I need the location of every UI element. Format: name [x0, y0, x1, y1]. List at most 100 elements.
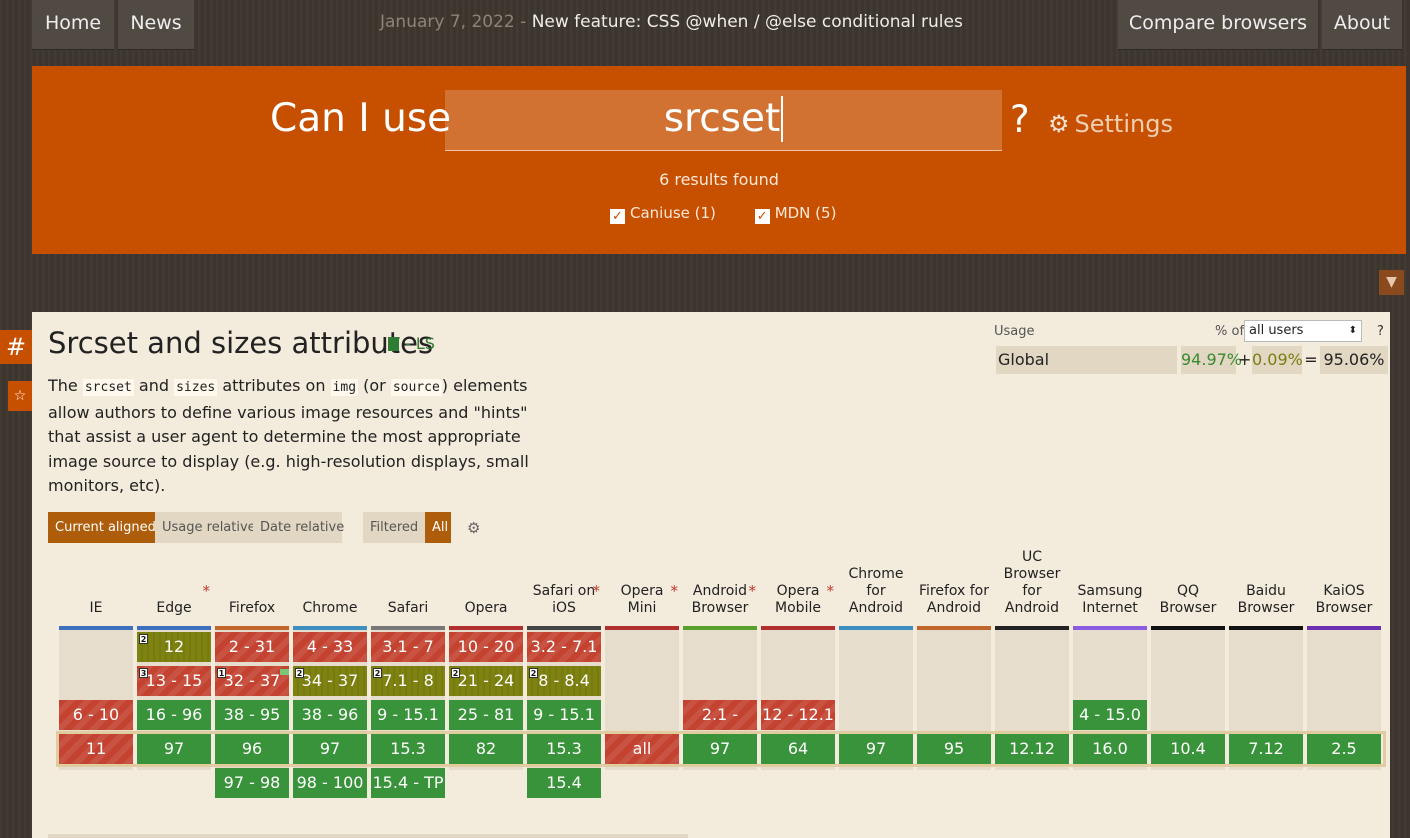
support-cell[interactable]: 8 - 8.4 2: [527, 666, 601, 696]
support-cell[interactable]: 15.4: [527, 768, 601, 798]
version-range: 32 - 37: [223, 671, 281, 690]
news-headline[interactable]: January 7, 2022 - New feature: CSS @when…: [380, 12, 963, 32]
checkbox-checked-icon[interactable]: ✓: [754, 209, 770, 224]
tab-all[interactable]: All: [425, 512, 451, 543]
support-cell[interactable]: 16 - 96: [137, 700, 211, 730]
filter-caniuse[interactable]: ✓ Caniuse (1): [610, 204, 716, 224]
support-cell[interactable]: 38 - 96: [293, 700, 367, 730]
support-cell[interactable]: 10 - 20: [449, 632, 523, 662]
support-cell[interactable]: 4 - 33: [293, 632, 367, 662]
support-cell[interactable]: 38 - 95: [215, 700, 289, 730]
version-range: 12: [163, 637, 185, 656]
browser-header[interactable]: Safari on iOS *: [527, 558, 601, 628]
support-cell[interactable]: 98 - 100: [293, 768, 367, 798]
note-number-icon: 2: [373, 668, 382, 678]
nav-news-link[interactable]: News: [118, 0, 194, 50]
browser-header[interactable]: Edge *: [137, 558, 211, 628]
browser-header[interactable]: Opera Mini *: [605, 558, 679, 628]
support-cell[interactable]: 97 - 98: [215, 768, 289, 798]
nav-about-link[interactable]: About: [1322, 0, 1402, 50]
version-range: 3.1 - 7: [382, 637, 434, 656]
support-cell[interactable]: 7.1 - 82: [371, 666, 445, 696]
results-count: 6 results found: [659, 170, 779, 189]
usage-total: 95.06%: [1320, 346, 1388, 374]
filter-mdn[interactable]: ✓ MDN (5): [754, 204, 836, 224]
desc-code: srcset: [82, 379, 134, 396]
select-arrows-icon: ⬍: [1348, 325, 1357, 336]
search-query: srcset: [664, 96, 784, 142]
browser-name: Edge: [156, 600, 192, 616]
user-type-value: all users: [1249, 323, 1304, 338]
spec-status[interactable]: - LS: [388, 334, 435, 353]
browser-note-asterisk: *: [826, 582, 835, 600]
support-cell[interactable]: 34 - 37 2: [293, 666, 367, 696]
usage-help-button[interactable]: ?: [1377, 324, 1384, 339]
support-cell[interactable]: 6 - 10: [59, 700, 133, 730]
browser-header[interactable]: Firefox for Android: [917, 558, 991, 628]
browser-note-asterisk: *: [670, 582, 679, 600]
browser-header[interactable]: Android Browser *: [683, 558, 757, 628]
version-range: 25 - 81: [457, 705, 515, 724]
current-version-row: [56, 731, 1386, 767]
tab-filtered[interactable]: Filtered: [363, 512, 425, 543]
browser-header[interactable]: UC Browser for Android: [995, 549, 1069, 628]
browser-header[interactable]: Opera Mobile *: [761, 558, 835, 628]
tab-current-aligned[interactable]: Current aligned: [48, 512, 156, 543]
filter-toggle-icon[interactable]: ▼: [1379, 270, 1404, 295]
search-input[interactable]: srcset: [445, 90, 1002, 151]
support-cell[interactable]: 2.1 - 4.4.4: [683, 700, 757, 754]
news-separator: -: [514, 12, 532, 32]
browser-header[interactable]: Chrome: [293, 558, 367, 628]
tab-date-relative[interactable]: Date relative: [253, 512, 344, 543]
browser-header[interactable]: Chrome for Android: [839, 558, 913, 628]
support-cell[interactable]: 12 2: [137, 632, 211, 662]
support-cell[interactable]: 3.2 - 7.1: [527, 632, 601, 662]
support-cell[interactable]: 21 - 24 2: [449, 666, 523, 696]
support-cell[interactable]: 13 - 15 3: [137, 666, 211, 696]
document-icon: [388, 337, 399, 351]
version-range: 38 - 95: [223, 705, 281, 724]
version-range: 12 - 12.1: [762, 705, 834, 724]
tab-usage-relative[interactable]: Usage relative: [155, 512, 256, 543]
version-range: 21 - 24: [457, 671, 515, 690]
search-help-button[interactable]: ?: [1010, 98, 1030, 141]
support-cell[interactable]: 9 - 15.1: [371, 700, 445, 730]
browser-header[interactable]: Firefox: [215, 558, 289, 628]
settings-button[interactable]: ⚙ Settings: [1048, 110, 1173, 138]
browser-header[interactable]: Samsung Internet: [1073, 558, 1147, 628]
checkbox-checked-icon[interactable]: ✓: [610, 209, 625, 224]
note-number-icon: 2: [529, 668, 538, 678]
feature-anchor-link[interactable]: #: [0, 330, 32, 364]
support-cell[interactable]: 12 - 12.1: [761, 700, 835, 730]
support-cell[interactable]: 9 - 15.1: [527, 700, 601, 730]
note-number-icon: 2: [139, 634, 148, 644]
support-cell[interactable]: 15.4 - TP: [371, 768, 445, 798]
version-range: 98 - 100: [296, 773, 364, 792]
support-cell[interactable]: 32 - 37 1: [215, 666, 289, 696]
nav-home-link[interactable]: Home: [32, 0, 114, 50]
star-icon[interactable]: ☆: [8, 381, 32, 411]
support-cell[interactable]: 2 - 31: [215, 632, 289, 662]
search-prefix: Can I use: [270, 96, 452, 141]
support-cell[interactable]: 25 - 81: [449, 700, 523, 730]
gear-icon[interactable]: ⚙: [467, 519, 480, 537]
version-range: 15.4: [546, 773, 582, 792]
browser-header[interactable]: Safari: [371, 558, 445, 628]
nav-compare-link[interactable]: Compare browsers: [1118, 0, 1318, 50]
desc-code: img: [330, 379, 359, 396]
version-range: 15.4 - TP: [372, 773, 444, 792]
browser-header[interactable]: KaiOS Browser: [1307, 558, 1381, 628]
browser-name: IE: [89, 600, 103, 616]
browser-name: Chrome: [302, 600, 358, 616]
user-type-select[interactable]: all users ⬍: [1244, 320, 1362, 342]
browser-header[interactable]: QQ Browser: [1151, 558, 1225, 628]
feature-panel: Srcset and sizes attributes - LS The src…: [32, 312, 1390, 838]
news-text[interactable]: New feature: CSS @when / @else condition…: [532, 12, 963, 32]
support-cell[interactable]: 3.1 - 7: [371, 632, 445, 662]
browser-header[interactable]: IE: [59, 558, 133, 628]
browser-header[interactable]: Baidu Browser: [1229, 558, 1303, 628]
support-cell[interactable]: 4 - 15.0: [1073, 700, 1147, 730]
browser-header[interactable]: Opera: [449, 558, 523, 628]
version-range: 38 - 96: [301, 705, 359, 724]
browser-name: Opera Mobile: [775, 583, 821, 616]
